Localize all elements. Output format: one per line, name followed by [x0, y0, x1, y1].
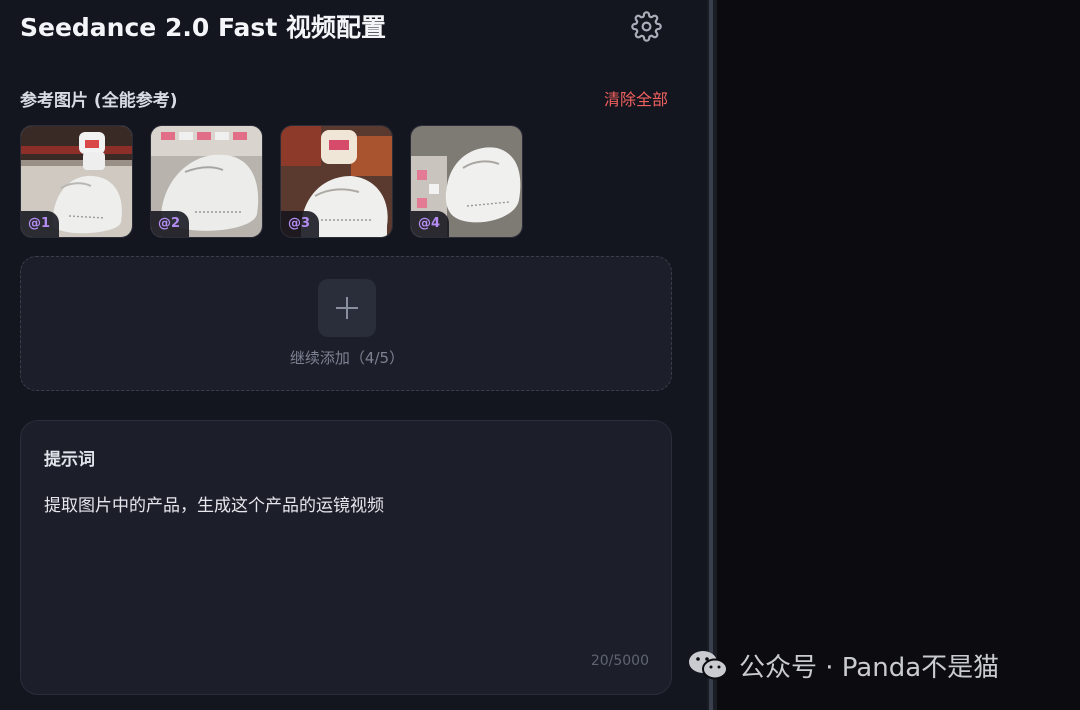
video-config-panel: Seedance 2.0 Fast 视频配置 参考图片 (全能参考) 清除全部	[0, 0, 707, 710]
gear-icon[interactable]	[631, 11, 662, 42]
watermark: 公众号 · Panda不是猫	[687, 645, 999, 685]
reference-tag: @2	[151, 211, 189, 237]
reference-tag: @1	[21, 211, 59, 237]
watermark-text: 公众号 · Panda不是猫	[739, 652, 1000, 683]
reference-tag: @3	[281, 211, 319, 237]
reference-tag: @4	[411, 211, 449, 237]
panel-divider-line	[709, 0, 713, 710]
wechat-icon	[689, 651, 728, 680]
add-reference-count-label: 继续添加（4/5）	[289, 349, 405, 367]
reference-images-label: 参考图片 (全能参考)	[20, 91, 178, 111]
reference-image-2[interactable]: @2	[150, 125, 263, 238]
reference-image-1[interactable]: @1	[20, 125, 133, 238]
reference-image-4[interactable]: @4	[410, 125, 523, 238]
prompt-char-count: 20/5000	[590, 653, 649, 669]
preview-area	[717, 0, 1080, 710]
plus-icon[interactable]	[318, 279, 376, 337]
reference-image-3[interactable]: @3	[280, 125, 393, 238]
prompt-input[interactable]: 提取图片中的产品，生成这个产品的运镜视频	[44, 493, 644, 519]
add-reference-image-dropzone[interactable]: 继续添加（4/5）	[20, 256, 672, 391]
app-root: Seedance 2.0 Fast 视频配置 参考图片 (全能参考) 清除全部	[0, 0, 1080, 710]
prompt-label: 提示词	[44, 450, 95, 470]
clear-all-button[interactable]: 清除全部	[604, 88, 668, 112]
prompt-card: 提示词 提取图片中的产品，生成这个产品的运镜视频 20/5000	[20, 420, 672, 695]
page-title: Seedance 2.0 Fast 视频配置	[20, 13, 386, 42]
